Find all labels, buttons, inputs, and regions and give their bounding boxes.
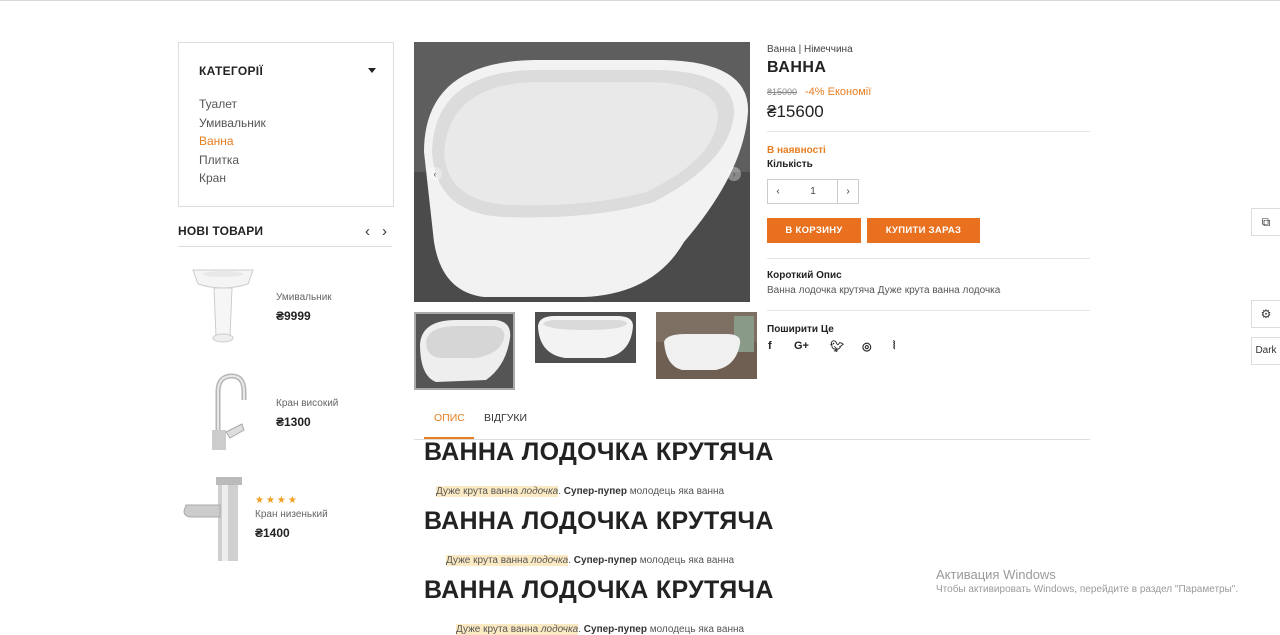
tab-reviews[interactable]: ВІДГУКИ bbox=[484, 412, 527, 424]
tall-faucet-product-image[interactable] bbox=[186, 370, 260, 452]
windows-activation-title: Активация Windows bbox=[936, 567, 1056, 582]
description-heading-2: ВАННА ЛОДОЧКА КРУТЯЧА bbox=[424, 507, 774, 535]
categories-panel: КАТЕГОРІЇ Туалет Умивальник Ванна Плитка… bbox=[178, 42, 394, 207]
new-product-name-1[interactable]: Умивальник bbox=[276, 292, 332, 303]
short-faucet-product-image[interactable] bbox=[178, 475, 248, 563]
old-price: ₴15000 bbox=[767, 87, 798, 97]
twitter-icon[interactable]: 🐦︎ bbox=[830, 340, 844, 353]
dark-mode-toggle[interactable]: Dark bbox=[1251, 337, 1280, 365]
prev-slide-icon[interactable]: ‹ bbox=[428, 167, 442, 181]
instagram-icon[interactable]: ◎ bbox=[862, 340, 872, 353]
sink-product-image[interactable] bbox=[188, 262, 258, 346]
thumbnail-1[interactable] bbox=[414, 312, 515, 390]
stock-status: В наявності bbox=[767, 145, 826, 156]
new-product-price-1: ₴9999 bbox=[276, 309, 311, 323]
buy-now-button[interactable]: КУПИТИ ЗАРАЗ bbox=[867, 218, 980, 243]
tab-description[interactable]: ОПИС bbox=[434, 412, 465, 424]
quantity-label: Кількість bbox=[767, 159, 813, 170]
gear-icon[interactable]: ⚙ bbox=[1251, 300, 1280, 328]
info-divider bbox=[767, 131, 1090, 132]
quantity-stepper: ‹ › bbox=[767, 179, 859, 204]
new-products-divider bbox=[178, 246, 392, 247]
quantity-increase-button[interactable]: › bbox=[837, 180, 858, 203]
category-item-tile[interactable]: Плитка bbox=[199, 151, 266, 170]
copy-icon[interactable]: ⧉ bbox=[1251, 208, 1280, 236]
bathtub-image bbox=[414, 42, 750, 302]
product-breadcrumb: Ванна | Німеччина bbox=[767, 44, 853, 55]
quantity-input[interactable] bbox=[788, 180, 838, 203]
rating-stars-icon: ★★★★ bbox=[255, 495, 299, 506]
description-heading-3: ВАННА ЛОДОЧКА КРУТЯЧА bbox=[424, 576, 774, 604]
info-divider-2 bbox=[767, 258, 1090, 259]
short-description-text: Ванна лодочка крутяча Дуже крута ванна л… bbox=[767, 285, 1001, 296]
new-products-title: НОВІ ТОВАРИ bbox=[178, 224, 264, 238]
short-description-label: Короткий Опис bbox=[767, 270, 842, 281]
new-product-price-3: ₴1400 bbox=[255, 526, 290, 540]
chevron-left-icon[interactable]: ‹ bbox=[365, 224, 370, 240]
new-product-name-2[interactable]: Кран високий bbox=[276, 398, 338, 409]
new-product-price-2: ₴1300 bbox=[276, 415, 311, 429]
add-to-cart-button[interactable]: В КОРЗИНУ bbox=[767, 218, 861, 243]
info-divider-3 bbox=[767, 310, 1090, 311]
category-item-toilet[interactable]: Туалет bbox=[199, 95, 266, 114]
thumbnail-3[interactable] bbox=[656, 312, 757, 379]
windows-activation-subtitle: Чтобы активировать Windows, перейдите в … bbox=[936, 584, 1239, 595]
description-paragraph-1: Дуже крута ванна лодочка. Супер-пупер мо… bbox=[436, 486, 725, 497]
description-heading-1: ВАННА ЛОДОЧКА КРУТЯЧА bbox=[424, 438, 774, 466]
facebook-icon[interactable]: f bbox=[768, 340, 772, 352]
discount-badge: -4% Економії bbox=[805, 86, 872, 98]
product-price: ₴15600 bbox=[767, 102, 824, 121]
description-paragraph-2: Дуже крута ванна лодочка. Супер-пупер мо… bbox=[446, 555, 735, 566]
top-divider bbox=[0, 0, 1280, 1]
next-slide-icon[interactable]: › bbox=[727, 167, 741, 181]
category-item-bath[interactable]: Ванна bbox=[199, 132, 266, 151]
rss-icon[interactable]: ⦚ bbox=[893, 340, 895, 353]
quantity-decrease-button[interactable]: ‹ bbox=[768, 180, 789, 203]
product-name: ВАННА bbox=[767, 59, 827, 76]
categories-title: КАТЕГОРІЇ bbox=[199, 64, 264, 78]
caret-down-icon[interactable] bbox=[368, 68, 376, 73]
chevron-right-icon[interactable]: › bbox=[382, 224, 387, 240]
new-product-name-3[interactable]: Кран низенький bbox=[255, 509, 328, 520]
categories-list: Туалет Умивальник Ванна Плитка Кран bbox=[199, 95, 266, 188]
category-item-faucet[interactable]: Кран bbox=[199, 169, 266, 188]
main-product-image[interactable]: ‹ › bbox=[414, 42, 750, 302]
category-item-sink[interactable]: Умивальник bbox=[199, 114, 266, 133]
thumbnail-2[interactable] bbox=[535, 312, 636, 363]
google-plus-icon[interactable]: G+ bbox=[794, 340, 809, 352]
share-label: Поширити Це bbox=[767, 324, 834, 335]
